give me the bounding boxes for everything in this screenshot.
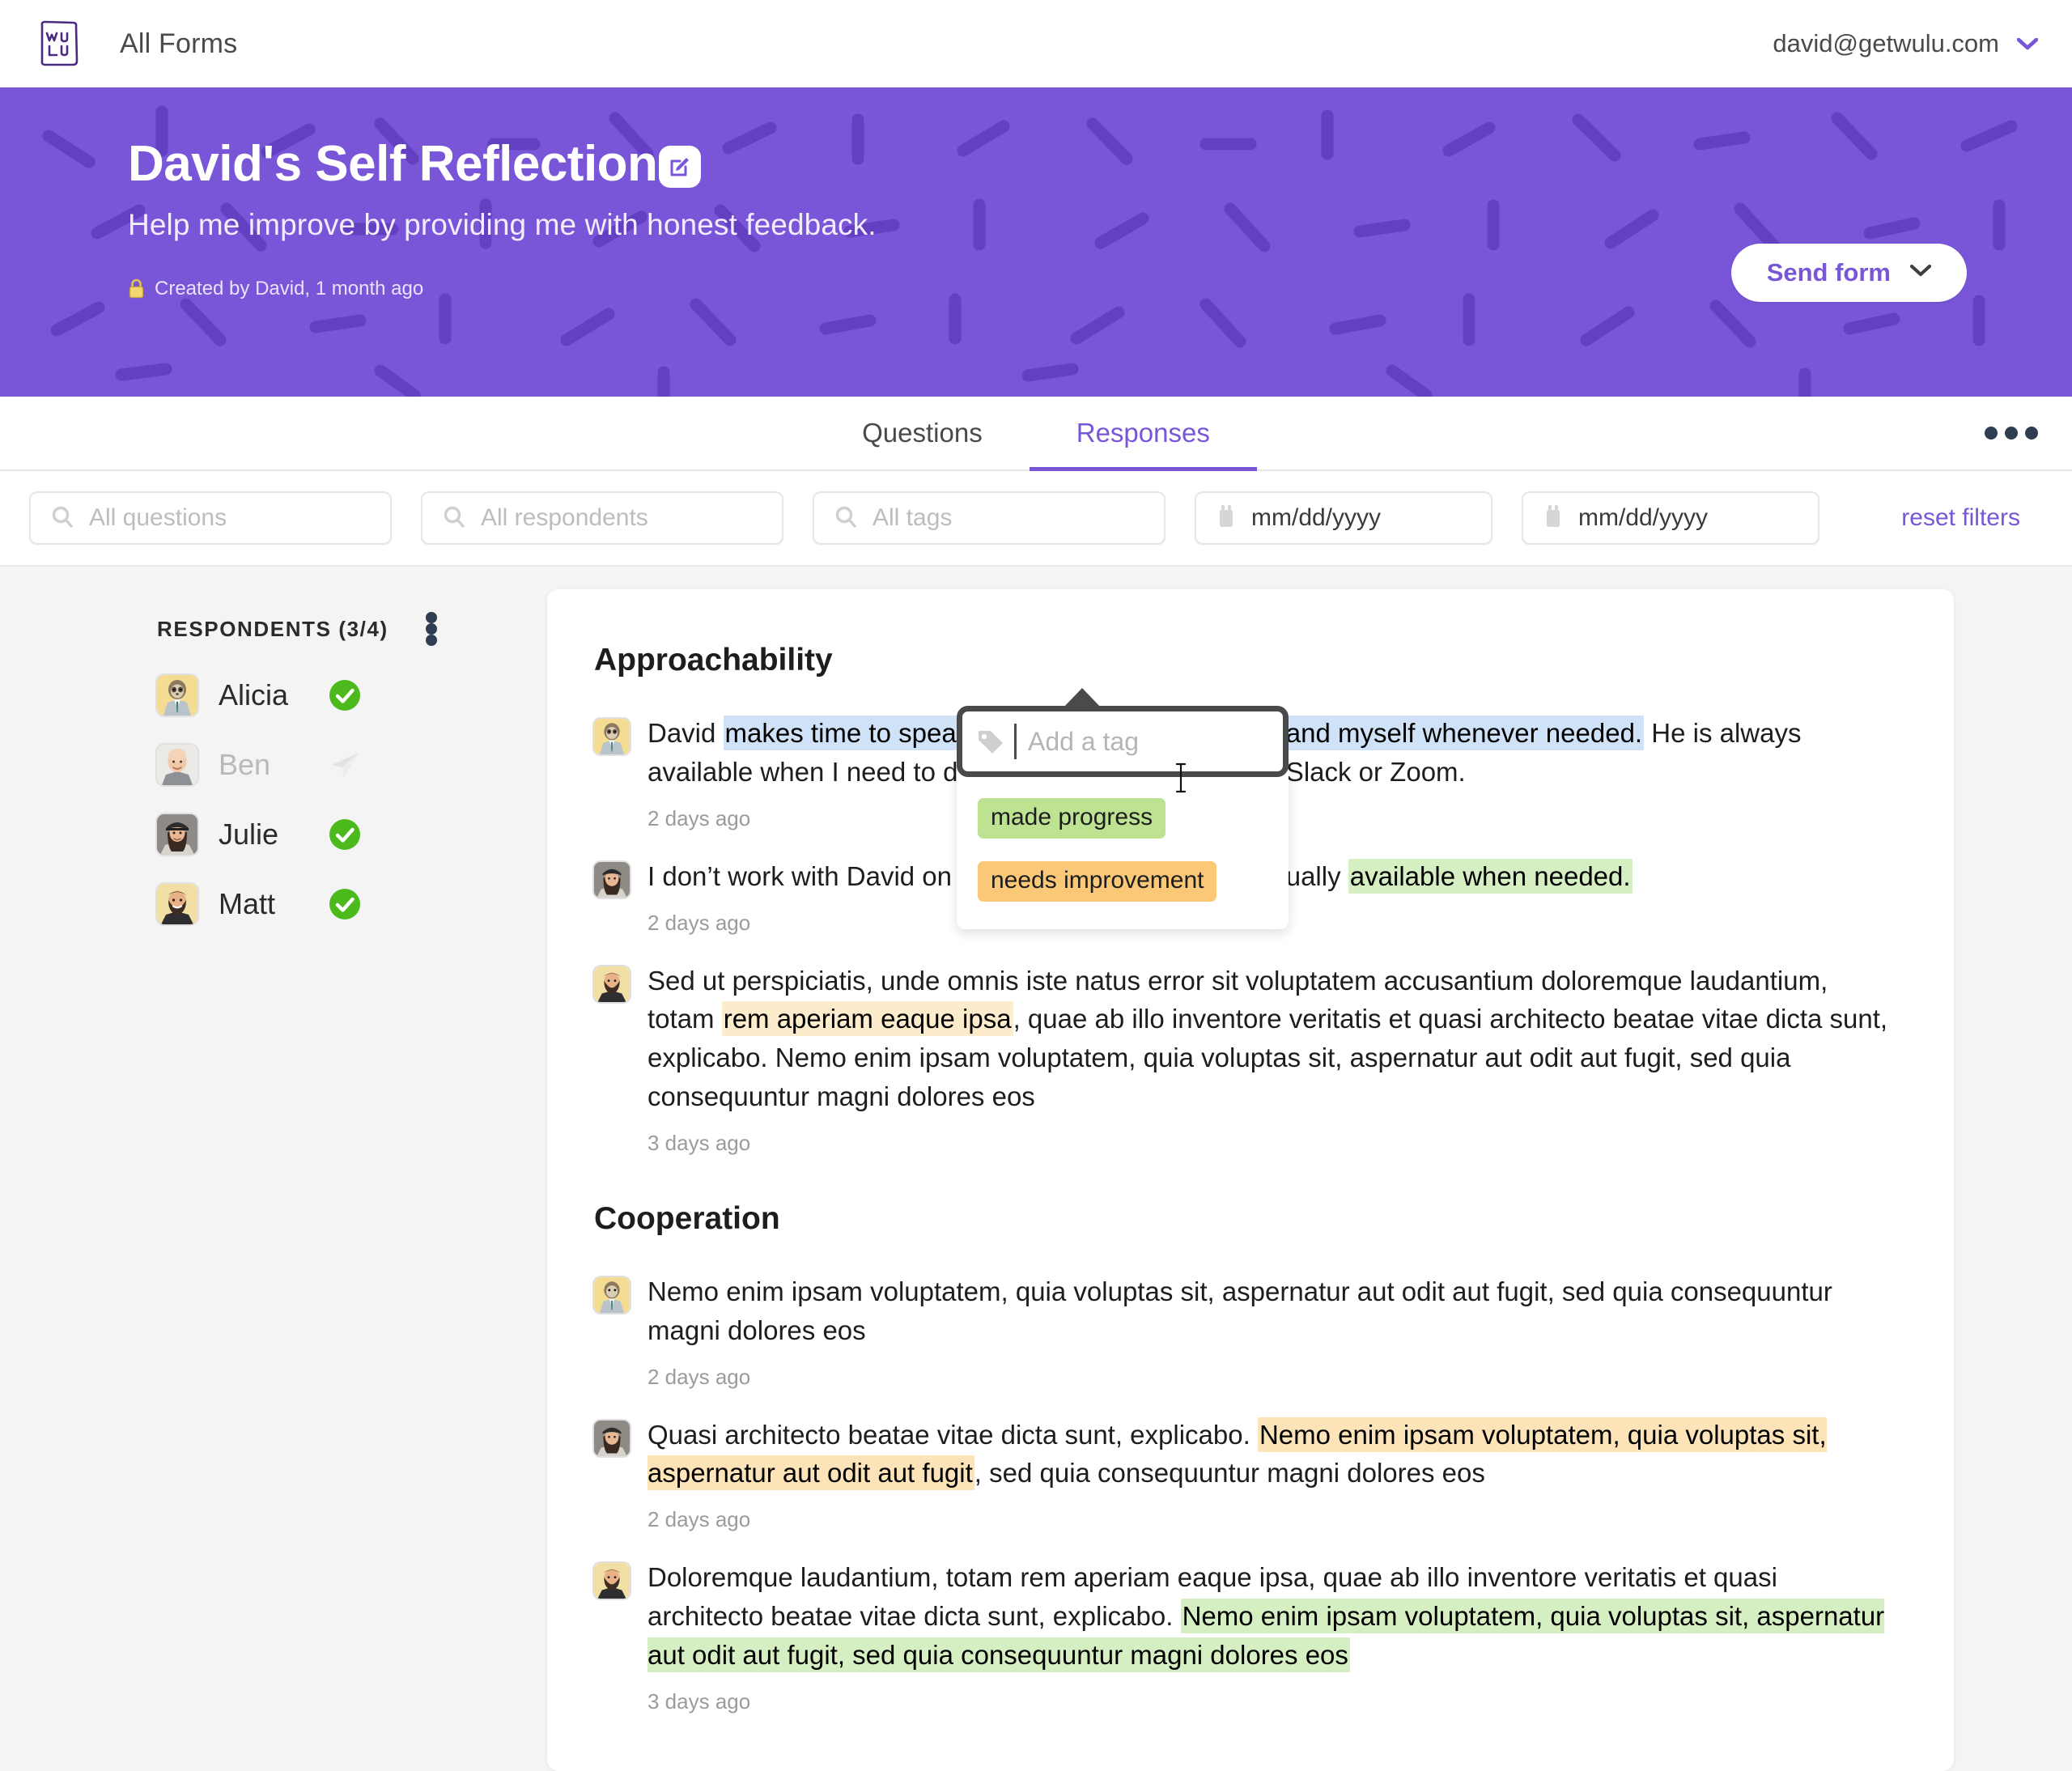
green-check-icon — [329, 818, 361, 851]
add-tag-popup: Add a tag made progress needs improvemen… — [957, 688, 1289, 929]
account-menu[interactable]: david@getwulu.com — [1773, 29, 2039, 58]
wulu-logo[interactable] — [34, 19, 84, 69]
bearded-man-avatar — [594, 1563, 630, 1599]
respondent-name: Julie — [219, 818, 279, 851]
date-to-input[interactable]: mm/dd/yyyy — [1522, 491, 1819, 545]
answer-fragment: David — [648, 718, 724, 748]
search-icon — [834, 504, 858, 533]
reset-filters-link[interactable]: reset filters — [1901, 504, 2020, 532]
tags-filter-placeholder: All tags — [873, 504, 953, 531]
search-icon — [50, 504, 74, 533]
highlight-green: available when needed. — [1348, 858, 1633, 894]
respondent-row-ben[interactable]: Ben — [157, 745, 547, 785]
tab-questions[interactable]: Questions — [815, 397, 1030, 469]
main-content: RESPONDENTS (3/4) Alicia Ben Julie Matt … — [0, 567, 2072, 1771]
kebab-menu-icon[interactable] — [1985, 427, 2038, 440]
woman-cap-avatar — [594, 861, 630, 898]
answer-row: Nemo enim ipsam voluptatem, quia volupta… — [594, 1272, 1896, 1390]
search-input-questions[interactable]: All questions — [29, 491, 392, 545]
woman-cap-avatar — [594, 1420, 630, 1456]
send-form-button[interactable]: Send form — [1730, 244, 1967, 302]
sloth-avatar — [594, 1276, 630, 1313]
search-input-respondents[interactable]: All respondents — [421, 491, 783, 545]
section-title-cooperation: Cooperation — [594, 1200, 780, 1236]
answer-fragment: Quasi architecto beatae vitae dicta sunt… — [648, 1419, 1258, 1450]
created-by-label: Created by David, 1 month ago — [155, 277, 424, 299]
edit-pencil-icon[interactable] — [659, 146, 702, 188]
bald-man-avatar — [157, 745, 197, 785]
paper-plane-icon — [329, 749, 361, 781]
calendar-icon — [1543, 504, 1564, 533]
bearded-man-avatar — [157, 884, 197, 924]
questions-filter-placeholder: All questions — [89, 504, 227, 531]
date-from-placeholder: mm/dd/yyyy — [1251, 504, 1382, 531]
answer-timestamp: 2 days ago — [648, 1507, 751, 1532]
sloth-avatar — [157, 675, 197, 716]
highlight-amber: rem aperiam eaque ipsa — [721, 1001, 1013, 1037]
answer-fragment: Nemo enim ipsam voluptatem, quia volupta… — [648, 1276, 1832, 1345]
answer-row: Doloremque laudantium, totam rem aperiam… — [594, 1558, 1896, 1714]
bearded-man-avatar — [594, 966, 630, 1002]
answer-fragment: , sed quia consequuntur magni dolores eo… — [974, 1458, 1485, 1489]
form-description: Help me improve by providing me with hon… — [128, 207, 877, 241]
page-title: David's Self Reflection — [128, 136, 658, 192]
kebab-menu-icon[interactable] — [425, 612, 437, 646]
tag-option-needs-improvement[interactable]: needs improvement — [978, 861, 1217, 902]
tab-bar: Questions Responses — [0, 397, 2072, 471]
section-title-approachability: Approachability — [594, 643, 833, 677]
respondent-name: Alicia — [219, 678, 289, 711]
form-hero-banner: David's Self Reflection Help me improve … — [0, 87, 2072, 397]
respondents-title: RESPONDENTS (3/4) — [157, 616, 388, 641]
respondents-filter-placeholder: All respondents — [481, 504, 648, 531]
search-icon — [442, 504, 466, 533]
respondents-sidebar: RESPONDENTS (3/4) Alicia Ben Julie Matt — [29, 589, 547, 1771]
tag-input[interactable]: Add a tag — [957, 706, 1289, 793]
chevron-down-icon — [1909, 264, 1932, 281]
green-check-icon — [329, 888, 361, 920]
answer-row: Quasi architecto beatae vitae dicta sunt… — [594, 1416, 1896, 1533]
answer-text: Nemo enim ipsam voluptatem, quia volupta… — [648, 1272, 1896, 1350]
calendar-icon — [1216, 504, 1237, 533]
answer-timestamp: 3 days ago — [648, 1688, 751, 1714]
tab-responses[interactable]: Responses — [1029, 397, 1257, 471]
all-forms-link[interactable]: All Forms — [120, 28, 237, 60]
respondent-row-alicia[interactable]: Alicia — [157, 675, 547, 716]
top-navigation-bar: All Forms david@getwulu.com — [0, 0, 2072, 87]
respondent-name: Matt — [219, 887, 276, 920]
tag-icon — [977, 728, 1004, 755]
answer-row: Sed ut perspiciatis, unde omnis iste nat… — [594, 962, 1896, 1156]
answer-text: Quasi architecto beatae vitae dicta sunt… — [648, 1416, 1896, 1493]
date-from-input[interactable]: mm/dd/yyyy — [1195, 491, 1492, 545]
tag-input-placeholder: Add a tag — [1028, 726, 1139, 756]
date-to-placeholder: mm/dd/yyyy — [1578, 504, 1709, 531]
lock-icon — [128, 278, 145, 299]
respondent-row-matt[interactable]: Matt — [157, 884, 547, 924]
respondents-header: RESPONDENTS (3/4) — [157, 612, 547, 646]
filter-bar: All questions All respondents All tags m… — [0, 471, 2072, 567]
answer-timestamp: 2 days ago — [648, 1364, 751, 1389]
respondent-name: Ben — [219, 748, 271, 781]
search-input-tags[interactable]: All tags — [813, 491, 1166, 545]
responses-card: Approachability David makes time to spea… — [547, 589, 1954, 1771]
sloth-avatar — [594, 719, 630, 754]
tag-option-made-progress[interactable]: made progress — [978, 798, 1166, 839]
respondent-row-julie[interactable]: Julie — [157, 814, 547, 855]
green-check-icon — [329, 679, 361, 711]
text-caret — [1014, 724, 1017, 759]
woman-cap-avatar — [157, 814, 197, 855]
answer-text: Doloremque laudantium, totam rem aperiam… — [648, 1558, 1896, 1675]
send-form-label: Send form — [1766, 258, 1891, 287]
tag-suggestions-menu: made progress needs improvement — [957, 771, 1289, 929]
user-email-label: david@getwulu.com — [1773, 29, 1999, 57]
chevron-down-icon[interactable] — [2016, 37, 2039, 50]
answer-text: Sed ut perspiciatis, unde omnis iste nat… — [648, 962, 1896, 1116]
i-beam-cursor — [1174, 762, 1187, 798]
answer-timestamp: 3 days ago — [648, 1130, 751, 1155]
